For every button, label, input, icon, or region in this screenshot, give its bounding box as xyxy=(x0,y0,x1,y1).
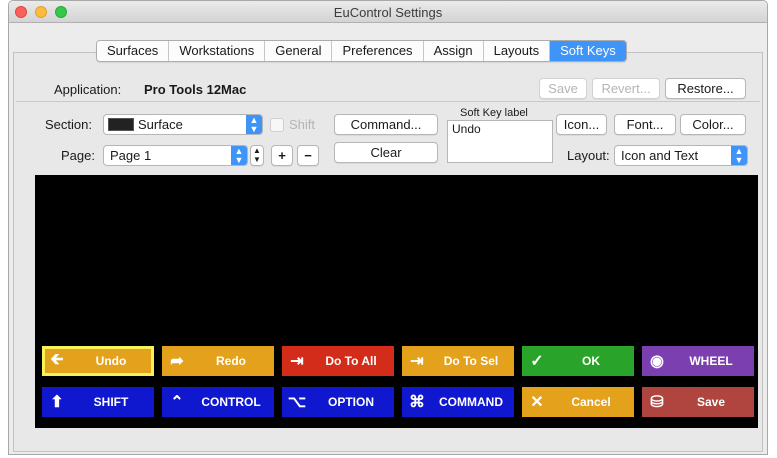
undo-arrow-icon: 🡰 xyxy=(50,350,64,368)
tab-layouts[interactable]: Layouts xyxy=(483,41,551,61)
soft-key-ok[interactable]: ✓ OK xyxy=(522,346,634,376)
command-key-icon: ⌘ xyxy=(409,394,425,411)
layout-label: Layout: xyxy=(567,148,610,163)
settings-window: EuControl Settings Application: Pro Tool… xyxy=(8,0,768,455)
soft-key-label: Do To All xyxy=(325,354,377,368)
soft-key-label: Cancel xyxy=(571,395,611,409)
soft-key-label: Redo xyxy=(216,354,246,368)
add-page-button[interactable]: + xyxy=(271,145,293,166)
soft-key-label: Undo xyxy=(95,354,127,368)
soft-key-do-to-sel[interactable]: ⇥ Do To Sel xyxy=(402,346,514,376)
soft-key-label-heading: Soft Key label xyxy=(460,107,528,119)
soft-key-label: SHIFT xyxy=(93,395,129,409)
checkmark-icon: ✓ xyxy=(530,353,544,370)
layout-popup-value: Icon and Text xyxy=(621,148,699,163)
restore-button[interactable]: Restore... xyxy=(665,78,746,99)
remove-page-button[interactable]: − xyxy=(297,145,319,166)
revert-button[interactable]: Revert... xyxy=(592,78,660,99)
tab-preferences[interactable]: Preferences xyxy=(332,41,424,61)
soft-key-control[interactable]: ⌃ CONTROL xyxy=(162,387,274,417)
soft-key-do-to-all[interactable]: ⇥ Do To All xyxy=(282,346,394,376)
color-button[interactable]: Color... xyxy=(680,114,746,135)
x-cancel-icon: ✕ xyxy=(530,394,544,411)
save-button[interactable]: Save xyxy=(539,78,587,99)
do-to-all-icon: ⇥ xyxy=(290,353,304,370)
header-divider xyxy=(16,101,760,102)
page-popup[interactable]: Page 1 ▲ ▼ xyxy=(103,145,248,166)
layout-popup[interactable]: Icon and Text ▲ ▼ xyxy=(614,145,748,166)
shift-checkbox[interactable] xyxy=(270,118,284,132)
soft-key-option[interactable]: ⌥ OPTION xyxy=(282,387,394,417)
option-key-icon: ⌥ xyxy=(287,394,307,411)
window-title: EuControl Settings xyxy=(333,5,443,20)
shift-label: Shift xyxy=(289,117,316,132)
page-label: Page: xyxy=(61,148,95,163)
soft-key-redo[interactable]: ➦ Redo xyxy=(162,346,274,376)
command-button[interactable]: Command... xyxy=(334,114,438,135)
surface-thumbnail-icon xyxy=(108,118,134,131)
title-bar: EuControl Settings xyxy=(9,1,767,23)
control-caret-icon: ⌃ xyxy=(170,394,184,411)
soft-key-shift[interactable]: ⬆ SHIFT xyxy=(42,387,154,417)
soft-key-label: CONTROL xyxy=(201,395,261,409)
shift-arrow-icon: ⬆ xyxy=(50,394,64,411)
redo-arrow-icon: ➦ xyxy=(170,353,184,370)
soft-key-command[interactable]: ⌘ COMMAND xyxy=(402,387,514,417)
tab-soft-keys[interactable]: Soft Keys xyxy=(550,41,626,61)
popup-arrows-icon: ▲ ▼ xyxy=(231,146,247,165)
tab-bar: Surfaces Workstations General Preferences As… xyxy=(96,40,627,62)
soft-key-label: OK xyxy=(582,354,600,368)
soft-key-undo[interactable]: 🡰 Undo xyxy=(42,346,154,376)
font-button[interactable]: Font... xyxy=(614,114,676,135)
section-label: Section: xyxy=(45,117,92,132)
soft-key-label: COMMAND xyxy=(439,395,503,409)
tab-surfaces[interactable]: Surfaces xyxy=(97,41,170,61)
icon-button[interactable]: Icon... xyxy=(556,114,607,135)
page-popup-value: Page 1 xyxy=(110,148,152,163)
application-value: Pro Tools 12Mac xyxy=(144,82,247,97)
page-stepper[interactable]: ▲ ▼ xyxy=(250,145,264,166)
wheel-icon: ◉ xyxy=(650,353,664,370)
soft-key-label: Do To Sel xyxy=(443,354,499,368)
soft-key-label: OPTION xyxy=(327,395,374,409)
popup-arrows-icon: ▲ ▼ xyxy=(731,146,747,165)
clear-button[interactable]: Clear xyxy=(334,142,438,163)
soft-key-preview-display: 🡰 Undo ➦ Redo ⇥ Do To All ⇥ Do To Sel ✓ OK ◉ WHEEL ⬆… xyxy=(35,175,758,428)
save-disk-icon: ⛁ xyxy=(650,394,664,411)
section-popup[interactable]: Surface ▲ ▼ xyxy=(103,114,263,135)
soft-key-cancel[interactable]: ✕ Cancel xyxy=(522,387,634,417)
soft-key-label: WHEEL xyxy=(689,354,733,368)
soft-key-wheel[interactable]: ◉ WHEEL xyxy=(642,346,754,376)
section-popup-value: Surface xyxy=(138,117,183,132)
application-label: Application: xyxy=(54,82,122,97)
popup-arrows-icon: ▲ ▼ xyxy=(246,115,262,134)
tab-general[interactable]: General xyxy=(265,41,333,61)
tab-workstations[interactable]: Workstations xyxy=(169,41,266,61)
soft-key-label: Save xyxy=(696,395,726,409)
do-to-sel-icon: ⇥ xyxy=(410,353,424,370)
soft-key-label-field[interactable]: Undo xyxy=(447,120,553,163)
tab-assign[interactable]: Assign xyxy=(423,41,484,61)
soft-key-save[interactable]: ⛁ Save xyxy=(642,387,754,417)
